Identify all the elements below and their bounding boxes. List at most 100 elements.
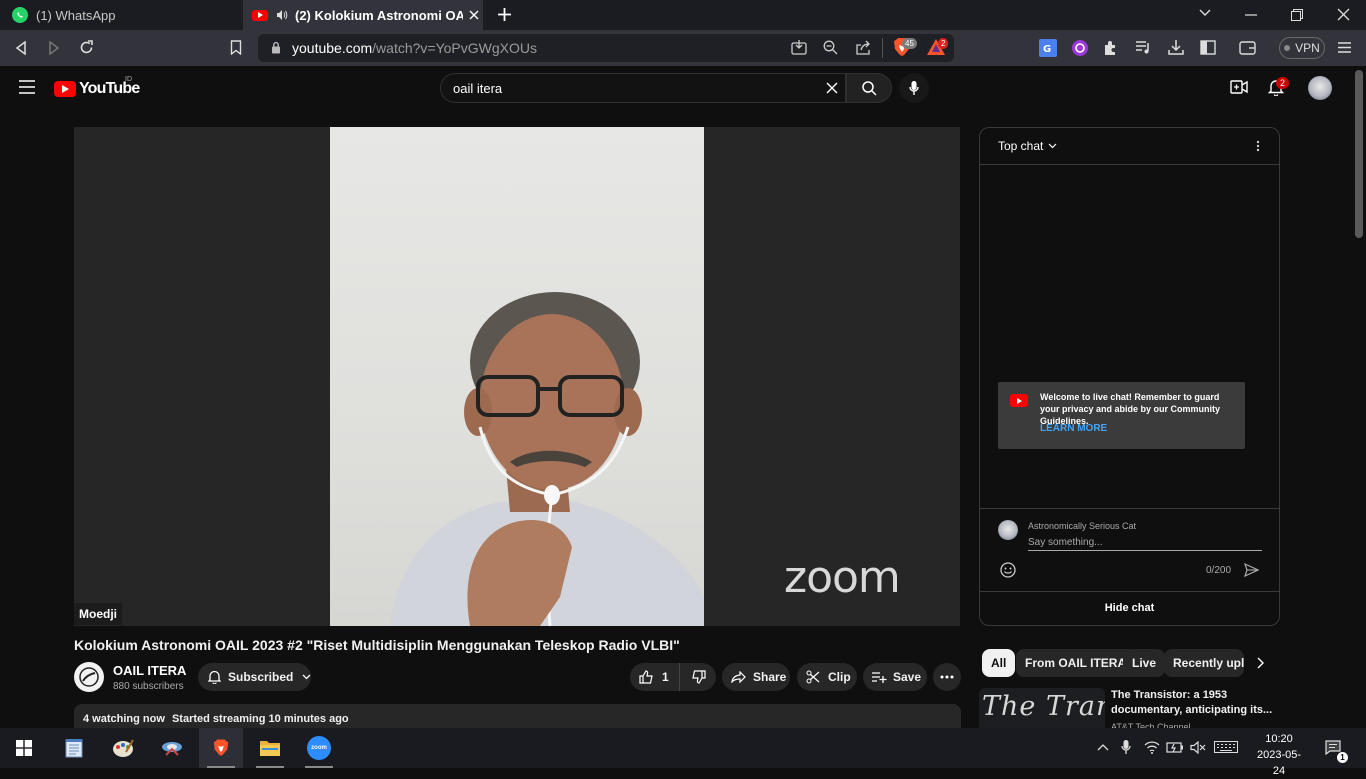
clear-search-icon[interactable] [826,82,838,94]
welcome-text: Welcome to live chat! Remember to guard … [1040,392,1221,426]
search-input[interactable]: oail itera [453,81,502,96]
more-actions-button[interactable] [933,663,961,691]
clip-label: Clip [828,670,851,684]
youtube-icon [1010,394,1028,407]
system-clock[interactable]: 10:20 2023-05-24 [1252,731,1306,779]
keyboard-layout-icon[interactable] [1214,741,1238,753]
taskbar-satellite-app[interactable] [150,728,194,768]
share-arrow-icon [731,671,746,683]
recommended-video-title[interactable]: The Transistor: a 1953 documentary, anti… [1111,688,1276,718]
install-app-icon[interactable] [791,40,807,55]
restore-icon[interactable] [1291,9,1303,21]
channel-avatar[interactable] [74,662,104,692]
chip-recently-uploaded[interactable]: Recently uploa [1164,649,1244,677]
learn-more-link[interactable]: LEARN MORE [1040,423,1107,434]
address-bar[interactable]: youtube.com/watch?v=YoPvGWgXOUs 45 2 [258,34,954,62]
taskbar-file-explorer[interactable] [248,728,292,768]
hide-chat-button[interactable]: Hide chat [980,592,1279,625]
wifi-icon[interactable] [1144,740,1160,754]
notification-badge: 1 [1337,752,1348,763]
top-chat-dropdown[interactable]: Top chat [998,139,1057,153]
chevron-down-icon [1048,143,1057,149]
reload-icon[interactable] [79,40,94,55]
zoom-watermark: zoom [784,552,901,603]
extension-circle-icon[interactable] [1071,39,1089,57]
browser-menu-icon[interactable] [1338,41,1351,54]
page-scrollbar-thumb[interactable] [1355,70,1363,238]
chat-message-input[interactable]: Say something... [1028,537,1262,551]
voice-search-button[interactable] [899,73,929,103]
back-icon[interactable] [15,41,27,55]
taskbar-notepad[interactable] [52,728,96,768]
search-box[interactable]: oail itera [440,73,846,103]
chip-live[interactable]: Live [1123,649,1166,677]
share-page-icon[interactable] [855,40,871,55]
extensions-puzzle-icon[interactable] [1103,40,1119,56]
chevron-right-icon[interactable] [1257,657,1265,669]
create-video-icon[interactable] [1230,80,1248,94]
vpn-button[interactable]: VPN [1279,37,1325,59]
forward-icon[interactable] [48,41,60,55]
channel-name[interactable]: OAIL ITERA [113,663,186,678]
lock-icon[interactable] [271,41,281,54]
save-button[interactable]: Save [863,663,927,691]
taskbar-zoom[interactable]: zoom [297,728,341,768]
tab-youtube[interactable]: (2) Kolokium Astronomi OAIL 2 [243,0,483,30]
video-player[interactable]: Moedji zoom [74,127,960,626]
tray-overflow-chevron-icon[interactable] [1097,743,1109,751]
zoom-out-icon[interactable] [823,40,838,55]
chip-all[interactable]: All [982,649,1016,677]
taskbar-brave[interactable] [199,728,243,768]
bell-icon [208,670,221,684]
emoji-icon[interactable] [1000,562,1016,578]
url-path: /watch?v=YoPvGWgXOUs [372,40,537,56]
battery-charging-icon[interactable] [1166,741,1184,753]
more-horizontal-icon [940,675,954,679]
microphone-icon [909,80,919,95]
close-tab-icon[interactable] [469,10,479,20]
browser-tab-strip: (1) WhatsApp (2) Kolokium Astronomi OAIL… [0,0,1366,30]
guide-menu-icon[interactable] [19,80,35,94]
media-playlist-icon[interactable] [1135,40,1152,55]
welcome-banner: Welcome to live chat! Remember to guard … [998,382,1245,449]
video-thumbnail[interactable]: The Transistor [979,688,1105,728]
recommended-channel[interactable]: AT&T Tech Channel [1111,720,1276,728]
user-avatar[interactable] [1308,76,1332,100]
dislike-button[interactable] [680,663,716,691]
share-button[interactable]: Share [722,663,790,691]
clip-button[interactable]: Clip [797,663,857,691]
new-tab-plus-icon[interactable] [497,7,512,22]
volume-muted-icon[interactable] [1190,741,1206,754]
shields-count-badge: 45 [902,38,917,49]
downloads-icon[interactable] [1168,40,1184,55]
clock-time: 10:20 [1265,733,1293,745]
speaker-icon[interactable] [276,9,288,21]
close-window-icon[interactable] [1337,8,1350,21]
bookmark-icon[interactable] [230,40,242,55]
chat-options-icon[interactable] [1256,140,1260,152]
like-button[interactable]: 1 [630,663,680,691]
thumbnail-text: The Transistor [982,691,1105,722]
taskbar-paint[interactable] [101,728,145,768]
send-icon[interactable] [1244,563,1259,577]
chip-from-channel[interactable]: From OAIL ITERA [1016,649,1136,677]
start-button[interactable] [2,728,46,768]
search-button[interactable] [846,73,892,103]
char-counter: 0/200 [1206,565,1232,576]
description-box[interactable]: 4 watching now Started streaming 10 minu… [74,704,961,728]
wallet-icon[interactable] [1239,40,1256,55]
tab-whatsapp[interactable]: (1) WhatsApp [0,0,242,30]
microphone-in-use-icon[interactable] [1121,740,1131,755]
speaker-figure-illustration [390,292,704,626]
windows-logo-icon [16,740,32,756]
tab-search-chevron-icon[interactable] [1199,9,1211,17]
minimize-icon[interactable] [1245,14,1257,16]
sidebar-toggle-icon[interactable] [1200,40,1216,55]
chevron-down-icon [302,674,311,680]
video-title: Kolokium Astronomi OAIL 2023 #2 "Riset M… [74,637,680,653]
paint-palette-icon [113,739,134,757]
subscribed-button[interactable]: Subscribed [198,663,311,691]
tab-label: (2) Kolokium Astronomi OAIL 2 [295,7,463,23]
top-chat-label: Top chat [998,139,1044,153]
translate-extension-icon[interactable]: G [1039,39,1057,57]
